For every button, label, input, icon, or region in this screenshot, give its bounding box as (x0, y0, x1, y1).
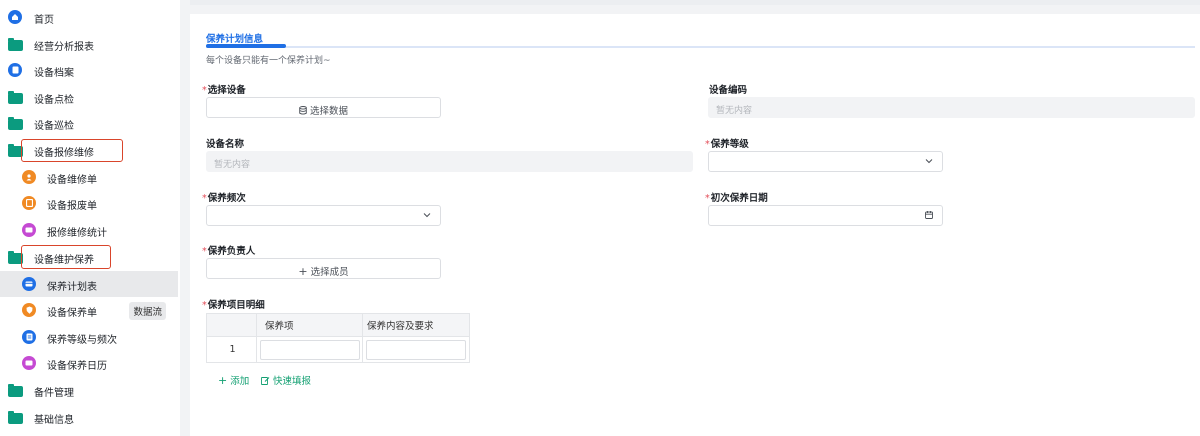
maintenance-item-input[interactable] (259, 339, 360, 360)
sidebar-item-label: 设备报废单 (47, 201, 97, 212)
plus-icon: + (298, 265, 308, 278)
scrap-icon (22, 196, 36, 210)
sidebar-item-basic-info[interactable]: 基础信息 (0, 404, 178, 430)
maintenance-content-input[interactable] (366, 339, 466, 360)
quick-fill-link[interactable]: 快速填报 (261, 373, 311, 388)
sidebar-item-repair-order[interactable]: 设备维修单 (0, 164, 178, 190)
plan-icon (22, 277, 36, 291)
device-name-field: 暂无内容 (206, 151, 693, 172)
sidebar-item-label: 设备档案 (34, 68, 74, 79)
device-name-label: 设备名称 (206, 139, 245, 150)
device-code-label: 设备编码 (709, 85, 748, 96)
highlight-box (21, 139, 123, 162)
calendar-icon (925, 211, 933, 219)
sidebar-item-scrap-order[interactable]: 设备报废单 (0, 190, 178, 216)
device-code-field: 暂无内容 (708, 97, 1195, 118)
section-tab-indicator (206, 44, 286, 48)
shield-icon (22, 303, 36, 317)
quick-edit-icon (261, 376, 270, 388)
level-icon (22, 330, 36, 344)
database-icon (299, 106, 307, 118)
table-row: 1 (206, 336, 470, 363)
sidebar-item-label: 报修维修统计 (47, 228, 107, 239)
folder-icon (8, 91, 23, 104)
first-maintenance-date-picker[interactable] (708, 205, 943, 226)
maintenance-items-table: 保养项 保养内容及要求 1 (206, 313, 470, 363)
row-index: 1 (206, 336, 257, 363)
details-label: *保养项目明细 (202, 300, 265, 311)
select-device-label: *选择设备 (202, 85, 246, 96)
section-title: 保养计划信息 (206, 34, 264, 45)
add-row-link[interactable]: + 添加 (218, 373, 249, 387)
plus-icon: + (218, 374, 228, 387)
table-header-item: 保养项 (256, 313, 363, 337)
maintenance-frequency-label: *保养频次 (202, 193, 246, 204)
sidebar-item-maintenance-calendar[interactable]: 设备保养日历 (0, 350, 178, 376)
section-divider (206, 46, 1195, 48)
sidebar-item-label: 设备维修单 (47, 175, 97, 186)
calendar-icon (22, 356, 36, 370)
sidebar-item-label: 设备保养单 (47, 308, 97, 319)
maintenance-frequency-select[interactable] (206, 205, 441, 226)
home-icon (8, 10, 22, 24)
select-device-button[interactable]: 选择数据 (206, 97, 441, 118)
sidebar-item-label: 保养计划表 (47, 282, 97, 293)
sidebar-item-device-archive[interactable]: 设备档案 (0, 57, 178, 83)
sidebar-item-level-frequency[interactable]: 保养等级与频次 (0, 324, 178, 350)
repair-icon (22, 170, 36, 184)
maintenance-level-select[interactable] (708, 151, 943, 172)
row-item-cell (256, 336, 363, 363)
stats-icon (22, 223, 36, 237)
maintenance-level-label: *保养等级 (705, 139, 749, 150)
sidebar-item-label: 设备巡检 (34, 121, 74, 132)
sidebar-item-patrol[interactable]: 设备巡检 (0, 110, 178, 136)
folder-icon (8, 384, 23, 397)
sidebar-item-label: 设备点检 (34, 95, 74, 106)
data-flow-badge[interactable]: 数据流 (129, 302, 166, 320)
first-maintenance-date-label: *初次保养日期 (705, 193, 768, 204)
sidebar-item-label: 经营分析报表 (34, 42, 94, 53)
sidebar-item-repair-stats[interactable]: 报修维修统计 (0, 217, 178, 243)
folder-icon (8, 38, 23, 51)
sidebar: 首页 经营分析报表 设备档案 设备点检 设备巡检 设备报修维修 设备维修单 设备… (0, 0, 180, 436)
section-hint: 每个设备只能有一个保养计划~ (206, 56, 331, 66)
owner-label: *保养负责人 (202, 246, 256, 257)
row-content-cell (362, 336, 470, 363)
sidebar-item-label: 设备保养日历 (47, 361, 107, 372)
chevron-down-icon (423, 213, 431, 218)
sidebar-item-home[interactable]: 首页 (0, 4, 178, 30)
sidebar-item-spot-check[interactable]: 设备点检 (0, 84, 178, 110)
sidebar-item-label: 首页 (34, 15, 54, 26)
sidebar-item-reports[interactable]: 经营分析报表 (0, 31, 178, 57)
select-member-button[interactable]: + 选择成员 (206, 258, 441, 279)
archive-icon (8, 63, 22, 77)
sidebar-item-spare-parts[interactable]: 备件管理 (0, 377, 178, 403)
sidebar-item-maintenance-plan[interactable]: 保养计划表 (0, 271, 178, 297)
sidebar-item-label: 备件管理 (34, 388, 74, 399)
table-header-row: 保养项 保养内容及要求 (206, 313, 470, 337)
table-header-content: 保养内容及要求 (362, 313, 470, 337)
folder-icon (8, 117, 23, 130)
chevron-down-icon (925, 159, 933, 164)
table-header-index (206, 313, 257, 337)
sidebar-item-maintenance-order[interactable]: 设备保养单 数据流 (0, 297, 178, 323)
sidebar-item-label: 基础信息 (34, 415, 74, 426)
highlight-box (21, 245, 111, 269)
sidebar-item-label: 保养等级与频次 (47, 335, 117, 346)
folder-icon (8, 411, 23, 424)
top-bar (190, 0, 1200, 5)
